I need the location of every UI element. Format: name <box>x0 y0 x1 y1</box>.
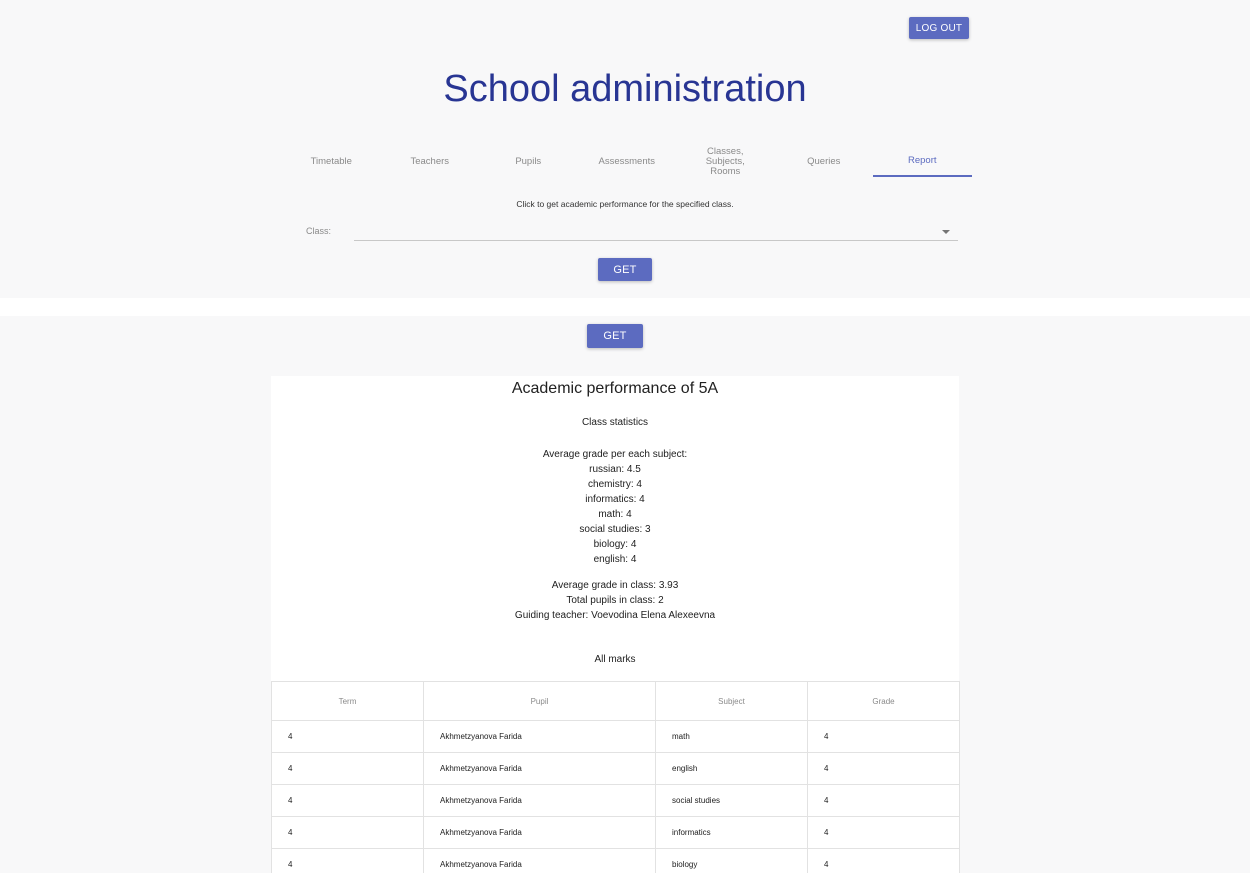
cell-term: 4 <box>271 816 424 849</box>
tab-teachers[interactable]: Teachers <box>381 147 480 177</box>
report-card: Academic performance of 5A Class statist… <box>271 376 960 873</box>
cell-subject: math <box>655 720 808 753</box>
cell-pupil: Akhmetzyanova Farida <box>423 848 656 873</box>
avg-class: Average grade in class: 3.93 <box>551 580 679 591</box>
subject-average: english: 4 <box>593 554 637 565</box>
tab-report[interactable]: Report <box>873 147 972 177</box>
cell-grade: 4 <box>807 816 960 849</box>
cell-grade: 4 <box>807 848 960 873</box>
get-button[interactable]: GET <box>598 258 652 281</box>
cell-pupil: Akhmetzyanova Farida <box>423 784 656 817</box>
get-button-result[interactable]: GET <box>587 324 643 348</box>
subject-averages: Average grade per each subject: russian:… <box>271 447 959 567</box>
column-header-subject: Subject <box>655 681 808 721</box>
subject-average: social studies: 3 <box>579 524 651 535</box>
total-pupils: Total pupils in class: 2 <box>566 595 664 606</box>
cell-grade: 4 <box>807 752 960 785</box>
cell-grade: 4 <box>807 784 960 817</box>
all-marks-heading: All marks <box>594 654 636 665</box>
class-select[interactable] <box>354 222 958 241</box>
tab-bar: Timetable Teachers Pupils Assessments Cl… <box>282 147 972 177</box>
cell-term: 4 <box>271 752 424 785</box>
caret-down-icon <box>942 230 950 234</box>
tab-assessments[interactable]: Assessments <box>578 147 677 177</box>
table-row: 4 Akhmetzyanova Farida social studies 4 <box>271 784 960 817</box>
tab-queries[interactable]: Queries <box>775 147 874 177</box>
avg-heading: Average grade per each subject: <box>542 449 688 460</box>
column-header-pupil: Pupil <box>423 681 656 721</box>
table-row: 4 Akhmetzyanova Farida english 4 <box>271 752 960 785</box>
subject-average: math: 4 <box>598 509 632 520</box>
marks-table: Term Pupil Subject Grade 4 Akhmetzyanova… <box>271 681 960 873</box>
cell-grade: 4 <box>807 720 960 753</box>
table-row: 4 Akhmetzyanova Farida biology 4 <box>271 848 960 873</box>
column-header-term: Term <box>271 681 424 721</box>
cell-subject: biology <box>655 848 808 873</box>
table-header-row: Term Pupil Subject Grade <box>271 681 960 721</box>
tab-classes-subjects-rooms[interactable]: Classes, Subjects, Rooms <box>676 147 775 177</box>
table-row: 4 Akhmetzyanova Farida math 4 <box>271 720 960 753</box>
report-title: Academic performance of 5A <box>511 380 719 397</box>
cell-term: 4 <box>271 720 424 753</box>
class-statistics-heading: Class statistics <box>581 417 649 428</box>
cell-subject: social studies <box>655 784 808 817</box>
cell-pupil: Akhmetzyanova Farida <box>423 720 656 753</box>
subject-average: biology: 4 <box>593 539 637 550</box>
report-result-panel: GET Academic performance of 5A Class sta… <box>0 316 1250 873</box>
column-header-grade: Grade <box>807 681 960 721</box>
cell-pupil: Akhmetzyanova Farida <box>423 752 656 785</box>
subject-average: chemistry: 4 <box>588 479 642 490</box>
class-label: Class: <box>306 226 332 236</box>
cell-term: 4 <box>271 848 424 873</box>
logout-button[interactable]: LOG OUT <box>909 17 969 39</box>
cell-subject: english <box>655 752 808 785</box>
cell-pupil: Akhmetzyanova Farida <box>423 816 656 849</box>
report-hint: Click to get academic performance for th… <box>516 199 734 209</box>
guiding-teacher: Guiding teacher: Voevodina Elena Alexeev… <box>514 610 716 621</box>
subject-average: russian: 4.5 <box>589 464 641 475</box>
tab-timetable[interactable]: Timetable <box>282 147 381 177</box>
cell-term: 4 <box>271 784 424 817</box>
report-form-panel: LOG OUT School administration Timetable … <box>0 0 1250 298</box>
class-totals: Average grade in class: 3.93 Total pupil… <box>271 578 959 623</box>
cell-subject: informatics <box>655 816 808 849</box>
table-row: 4 Akhmetzyanova Farida informatics 4 <box>271 816 960 849</box>
subject-average: informatics: 4 <box>585 494 645 505</box>
page-title: School administration <box>443 68 807 110</box>
tab-pupils[interactable]: Pupils <box>479 147 578 177</box>
